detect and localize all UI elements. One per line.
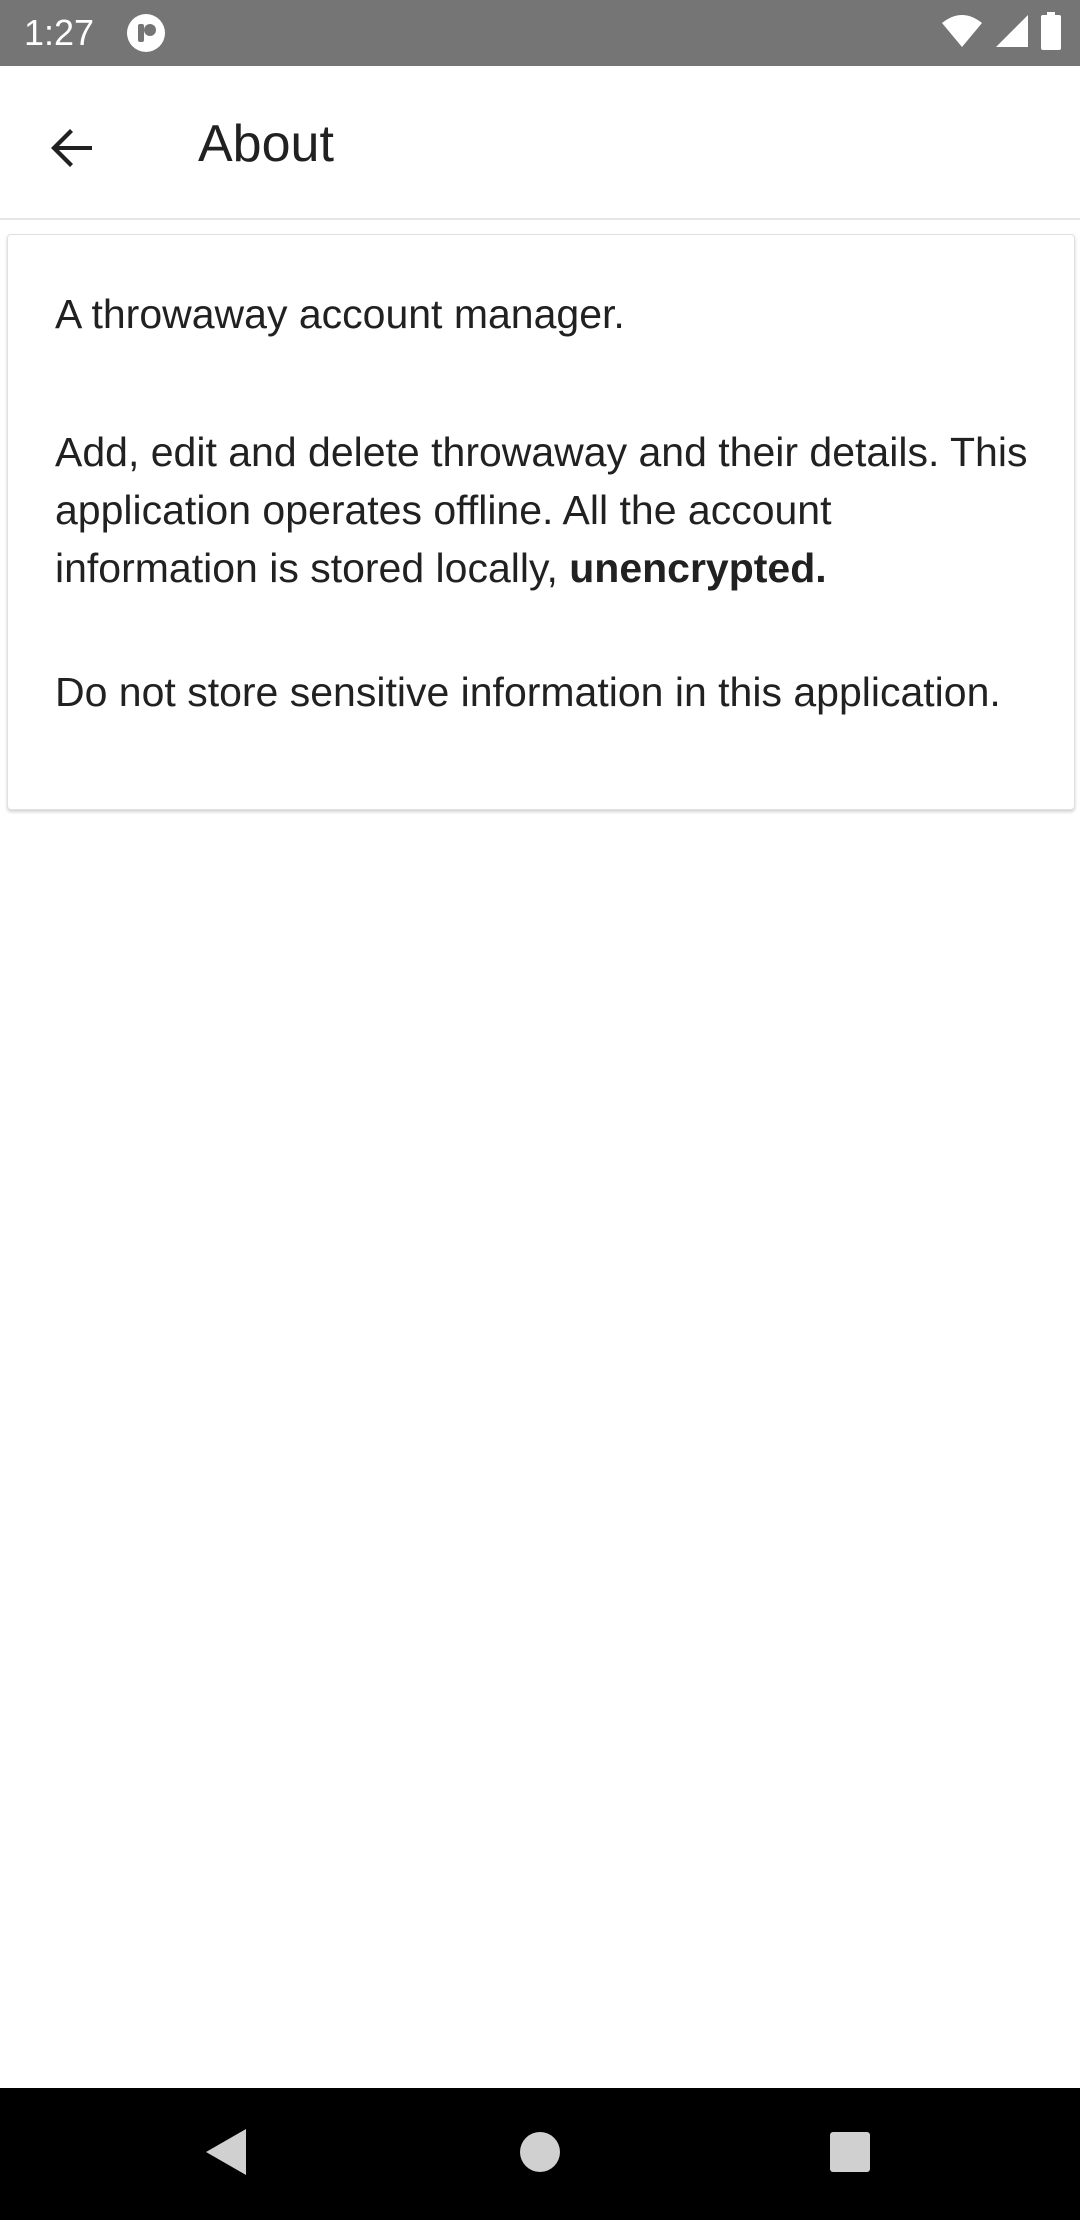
unencrypted-emphasis: unencrypted.	[569, 545, 827, 591]
about-intro-text: A throwaway account manager.	[55, 291, 625, 337]
arrow-back-icon	[48, 124, 96, 177]
recents-square-icon	[829, 2131, 871, 2178]
wifi-icon	[940, 13, 984, 54]
app-notification-icon	[126, 13, 166, 53]
page-title: About	[198, 115, 334, 173]
home-circle-icon	[518, 2130, 562, 2179]
about-card: A throwaway account manager. Add, edit a…	[7, 234, 1075, 810]
back-button[interactable]	[30, 108, 114, 192]
nav-back-button[interactable]	[180, 2108, 272, 2200]
status-time: 1:27	[24, 12, 95, 53]
nav-recents-button[interactable]	[804, 2108, 896, 2200]
cellular-signal-icon	[994, 13, 1030, 54]
back-triangle-icon	[204, 2127, 248, 2182]
about-description-body: Add, edit and delete throwaway and their…	[55, 429, 1028, 591]
about-description-text: Add, edit and delete throwaway and their…	[55, 423, 1045, 597]
app-bar: About	[0, 66, 1080, 220]
status-bar: 1:27	[0, 0, 1080, 66]
battery-icon	[1040, 11, 1062, 55]
navigation-bar	[0, 2088, 1080, 2220]
about-warning-text: Do not store sensitive information in th…	[55, 669, 1001, 715]
status-icons	[940, 11, 1062, 55]
nav-home-button[interactable]	[494, 2108, 586, 2200]
